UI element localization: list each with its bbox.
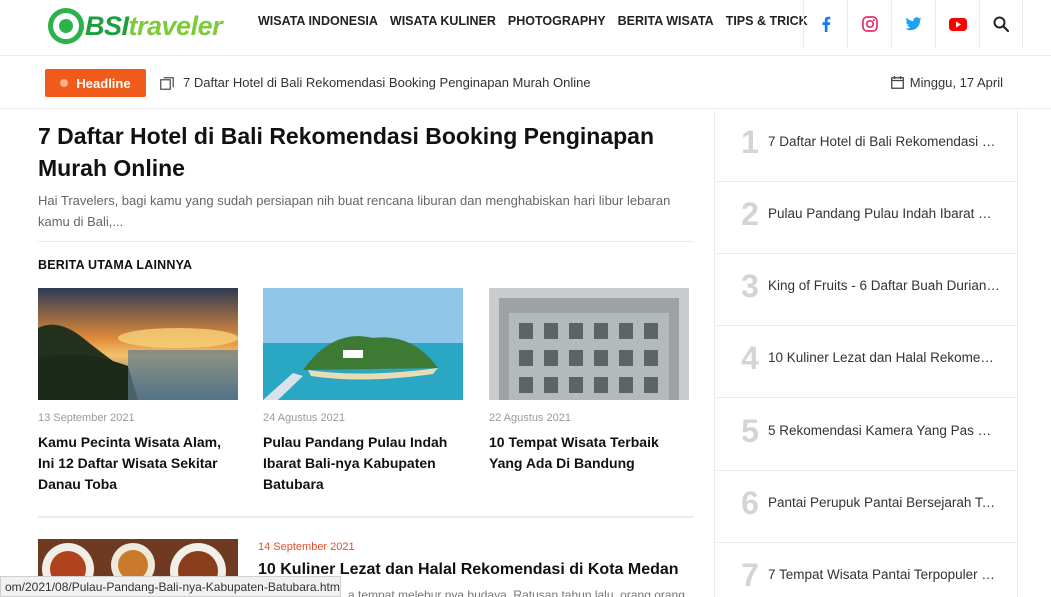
nav-tips-trick[interactable]: TIPS & TRICK xyxy=(726,14,808,28)
popular-post-title[interactable]: 7 Tempat Wisata Pantai Terpopuler di Ind… xyxy=(768,567,1000,582)
popular-post-item[interactable]: 2 Pulau Pandang Pulau Indah Ibarat Bali-… xyxy=(715,182,1017,254)
dot-icon xyxy=(60,79,69,87)
popular-post-item[interactable]: 4 10 Kuliner Lezat dan Halal Rekomendasi… xyxy=(715,326,1017,398)
article-date: 22 Agustus 2021 xyxy=(489,412,571,424)
popular-post-rank: 6 xyxy=(741,485,759,521)
article-date: 14 September 2021 xyxy=(258,541,355,553)
nav-photography[interactable]: PHOTOGRAPHY xyxy=(508,14,606,28)
nav-wisata-indonesia[interactable]: WISATA INDONESIA xyxy=(258,14,378,28)
popular-post-rank: 7 xyxy=(741,557,759,593)
popular-post-title[interactable]: Pulau Pandang Pulau Indah Ibarat Bali-ny… xyxy=(768,206,1000,221)
article-title[interactable]: 10 Tempat Wisata Terbaik Yang Ada Di Ban… xyxy=(489,432,689,474)
popular-post-rank: 1 xyxy=(741,124,759,160)
featured-article-title[interactable]: 7 Daftar Hotel di Bali Rekomendasi Booki… xyxy=(38,120,688,184)
search-button[interactable] xyxy=(979,0,1023,48)
current-date: Minggu, 17 April xyxy=(890,75,1003,90)
article-date: 13 September 2021 xyxy=(38,412,135,424)
ticker-headline-link[interactable]: 7 Daftar Hotel di Bali Rekomendasi Booki… xyxy=(183,75,591,90)
twitter-icon xyxy=(905,17,922,31)
twitter-button[interactable] xyxy=(891,0,935,48)
browser-status-url: om/2021/08/Pulau-Pandang-Bali-nya-Kabupa… xyxy=(0,576,341,597)
popular-post-title[interactable]: 5 Rekomendasi Kamera Yang Pas Untuk Trav… xyxy=(768,423,1000,438)
social-links xyxy=(803,0,1023,48)
divider xyxy=(38,516,694,518)
calendar-icon xyxy=(890,76,904,89)
date-text: Minggu, 17 April xyxy=(909,75,1003,90)
article-card[interactable]: 24 Agustus 2021 Pulau Pandang Pulau Inda… xyxy=(263,288,463,495)
nav-wisata-kuliner[interactable]: WISATA KULINER xyxy=(390,14,496,28)
logo-text: BSItraveler xyxy=(85,10,223,41)
article-card[interactable]: 13 September 2021 Kamu Pecinta Wisata Al… xyxy=(38,288,238,495)
popular-post-rank: 5 xyxy=(741,413,759,449)
youtube-icon xyxy=(948,17,967,31)
popular-post-rank: 2 xyxy=(741,196,759,232)
article-thumbnail[interactable] xyxy=(263,288,463,400)
facebook-button[interactable] xyxy=(803,0,847,48)
article-title[interactable]: Kamu Pecinta Wisata Alam, Ini 12 Daftar … xyxy=(38,432,238,495)
site-header: BSItraveler WISATA INDONESIA WISATA KULI… xyxy=(0,0,1051,56)
article-thumbnail[interactable] xyxy=(38,288,238,400)
popular-post-rank: 4 xyxy=(741,340,759,376)
site-logo[interactable]: BSItraveler xyxy=(48,6,223,46)
popular-post-item[interactable]: 6 Pantai Perupuk Pantai Bersejarah Tempa… xyxy=(715,471,1017,543)
nav-berita-wisata[interactable]: BERITA WISATA xyxy=(618,14,714,28)
featured-article-excerpt: Hai Travelers, bagi kamu yang sudah pers… xyxy=(38,193,671,229)
main-nav: WISATA INDONESIA WISATA KULINER PHOTOGRA… xyxy=(258,0,808,42)
article-card[interactable]: 22 Agustus 2021 10 Tempat Wisata Terbaik… xyxy=(489,288,689,474)
popular-post-title[interactable]: 7 Daftar Hotel di Bali Rekomendasi Booki… xyxy=(768,134,1000,149)
popular-post-item[interactable]: 5 5 Rekomendasi Kamera Yang Pas Untuk Tr… xyxy=(715,399,1017,471)
popular-posts-sidebar: 1 7 Daftar Hotel di Bali Rekomendasi Boo… xyxy=(714,110,1018,597)
instagram-icon xyxy=(861,16,878,32)
facebook-icon xyxy=(822,16,830,32)
youtube-button[interactable] xyxy=(935,0,979,48)
popular-post-title[interactable]: King of Fruits - 6 Daftar Buah Durian Te… xyxy=(768,278,1000,293)
popular-post-item[interactable]: 7 7 Tempat Wisata Pantai Terpopuler di I… xyxy=(715,543,1017,597)
popular-post-item[interactable]: 1 7 Daftar Hotel di Bali Rekomendasi Boo… xyxy=(715,110,1017,182)
logo-mark-icon xyxy=(48,8,84,44)
article-thumbnail[interactable] xyxy=(489,288,689,400)
section-title: BERITA UTAMA LAINNYA xyxy=(38,258,193,272)
popular-post-item[interactable]: 3 King of Fruits - 6 Daftar Buah Durian … xyxy=(715,254,1017,326)
article-excerpt: a tempat melebur nya budaya. Ratusan tah… xyxy=(348,588,685,597)
instagram-button[interactable] xyxy=(847,0,891,48)
popular-post-rank: 3 xyxy=(741,268,759,304)
copy-icon xyxy=(160,77,174,90)
article-date: 24 Agustus 2021 xyxy=(263,412,345,424)
popular-post-title[interactable]: Pantai Perupuk Pantai Bersejarah Tempat … xyxy=(768,495,1000,510)
divider xyxy=(38,241,694,242)
headline-label: Headline xyxy=(76,75,131,91)
headline-ticker: Headline 7 Daftar Hotel di Bali Rekomend… xyxy=(0,57,1051,109)
search-icon xyxy=(993,16,1009,32)
article-title[interactable]: Pulau Pandang Pulau Indah Ibarat Bali-ny… xyxy=(263,432,463,495)
headline-badge: Headline xyxy=(45,69,146,97)
popular-post-title[interactable]: 10 Kuliner Lezat dan Halal Rekomendasi d… xyxy=(768,350,1000,365)
